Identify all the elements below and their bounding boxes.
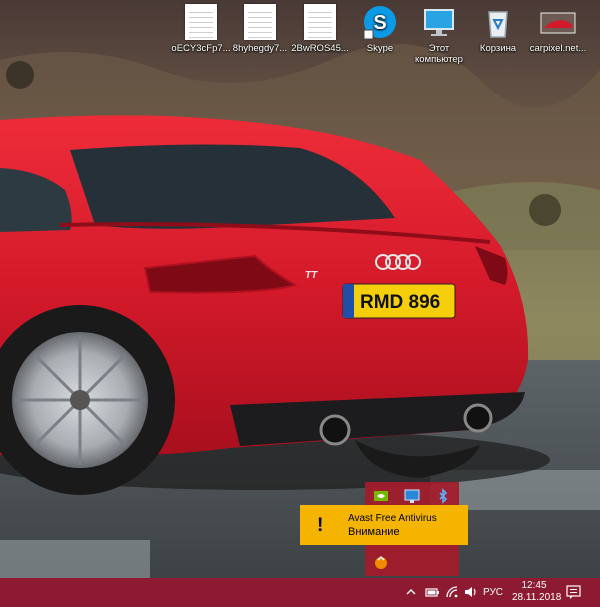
nvidia-icon[interactable] — [373, 488, 389, 504]
desktop-icon-label: oECY3cFp7... — [171, 43, 231, 54]
svg-text:TT: TT — [305, 270, 318, 281]
text-document-icon — [304, 4, 336, 40]
input-language-indicator[interactable]: РУС — [483, 587, 503, 598]
clock-time: 12:45 — [521, 580, 547, 591]
volume-icon[interactable] — [463, 585, 479, 599]
desktop-icon-recycle-bin[interactable]: Корзина — [467, 4, 529, 74]
text-document-icon — [244, 4, 276, 40]
skype-icon: S — [362, 4, 398, 40]
desktop-icon-file-1[interactable]: oECY3cFp7... — [170, 4, 232, 74]
warning-exclamation-icon: ! — [317, 515, 324, 536]
display-settings-icon[interactable] — [404, 488, 420, 504]
desktop-icon-label: Этот компьютер — [415, 43, 463, 65]
desktop-icon-this-pc[interactable]: Этот компьютер — [408, 4, 470, 74]
desktop-icon-label: Skype — [366, 43, 394, 54]
desktop-wallpaper: TT RMD 896 — [0, 0, 600, 578]
desktop-icon-image[interactable]: carpixel.net... — [527, 4, 589, 74]
battery-icon[interactable] — [424, 585, 440, 599]
avast-icon[interactable] — [373, 554, 389, 570]
image-file-icon — [540, 4, 576, 40]
chevron-up-icon[interactable] — [405, 585, 417, 599]
desktop-icon-file-3[interactable]: 2BwROS45... — [289, 4, 351, 74]
desktop-icon-label: 2BwROS45... — [291, 43, 349, 54]
svg-text:RMD 896: RMD 896 — [360, 292, 440, 313]
taskbar: РУС 12:45 28.11.2018 — [0, 578, 600, 607]
text-document-icon — [185, 4, 217, 40]
desktop-icon-label: Корзина — [479, 43, 517, 54]
toast-message: Внимание — [348, 526, 400, 538]
desktop-icon-file-2[interactable]: 8hyhegdy7... — [229, 4, 291, 74]
clock-date: 28.11.2018 — [512, 592, 562, 603]
computer-icon — [421, 4, 457, 40]
wifi-icon[interactable] — [445, 585, 459, 599]
toast-title: Avast Free Antivirus — [348, 513, 437, 524]
desktop-icon-skype[interactable]: S Skype — [349, 4, 411, 74]
action-center-icon[interactable] — [566, 585, 581, 599]
avast-toast-notification[interactable]: ! Avast Free Antivirus Внимание — [300, 505, 468, 545]
clock[interactable]: 12:45 28.11.2018 — [512, 580, 562, 604]
desktop-icon-label: carpixel.net... — [529, 43, 587, 54]
svg-text:S: S — [373, 12, 386, 34]
bluetooth-icon[interactable] — [435, 488, 451, 504]
desktop-icon-label: 8hyhegdy7... — [232, 43, 288, 54]
recycle-bin-icon — [480, 4, 516, 40]
